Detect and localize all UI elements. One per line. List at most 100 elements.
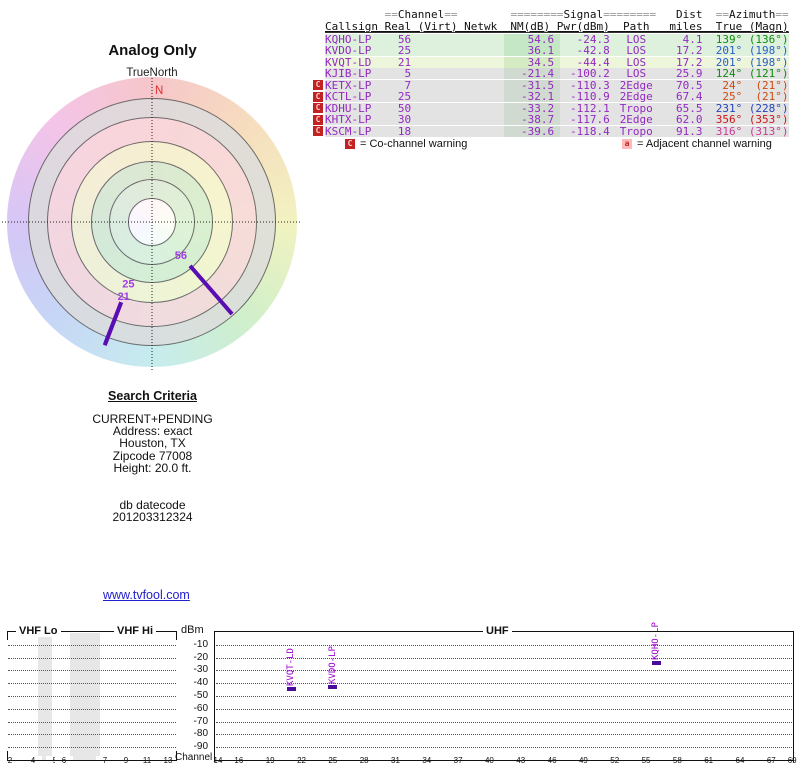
cell-miles: 70.5 [675, 78, 703, 92]
cell-true: 356° [715, 113, 743, 126]
dbm-tick-label: -60 [193, 702, 208, 714]
cell-real: 18 [397, 124, 412, 138]
cell-callsign: KETX-LP [325, 78, 372, 92]
cell-magn: (136°) [748, 32, 789, 46]
vhf-corner-tr [176, 631, 177, 640]
cell-path: 2Edge [619, 90, 653, 103]
dbm-tick-label: -50 [193, 690, 208, 701]
signal-spoke-56 [188, 264, 234, 316]
cell-true: 124° [715, 67, 743, 80]
uhf-axis-line [214, 760, 794, 761]
cell-nm: -38.7 [503, 114, 561, 125]
cell-path: LOS [626, 32, 647, 46]
cell-true: 231° [715, 101, 743, 115]
gridline [8, 708, 176, 710]
co-channel-marker: C [313, 114, 323, 125]
gridline [8, 683, 176, 685]
co-channel-legend-icon: C [345, 139, 355, 149]
cell-pwr: -100.2 [570, 67, 610, 80]
cell-path: LOS [626, 44, 647, 57]
db-datecode-line: 201203312324 [112, 510, 193, 525]
cell-nm: -32.1 [503, 91, 561, 102]
cell-pwr: -112.1 [570, 101, 610, 115]
table-header-row: Callsign Real (Virt) Netwk NM(dB) Pwr(dB… [325, 19, 789, 33]
search-criteria-lines: CURRENT+PENDING Address: exact Houston, TX… [40, 413, 265, 474]
gridline [8, 734, 176, 736]
signal-spoke-21 [102, 301, 124, 346]
cell-miles: 65.5 [675, 101, 703, 115]
dbm-tick-label: -40 [193, 677, 208, 689]
cell-pwr: -42.8 [576, 44, 610, 57]
cell-magn: (21°) [755, 78, 789, 92]
cell-real: 30 [397, 113, 412, 126]
cell-nm: -31.5 [503, 79, 561, 91]
cell-magn: (21°) [755, 90, 789, 103]
cell-pwr: -110.3 [570, 78, 610, 92]
cell-real: 25 [397, 44, 412, 57]
cell-true: 24° [722, 78, 743, 92]
cell-nm: -39.6 [503, 125, 561, 137]
cell-pwr: -24.3 [576, 32, 610, 46]
cell-real: 21 [397, 55, 412, 69]
cell-true: 139° [715, 32, 743, 46]
table-row: KDHU-LP 50 -33.2 -112.1 Tropo 65.5 231° (228°) [325, 101, 789, 115]
cell-miles: 91.3 [675, 124, 703, 138]
cell-miles: 67.4 [675, 90, 703, 103]
cell-magn: (198°) [748, 44, 789, 57]
co-channel-marker: C [313, 126, 323, 136]
tvfool-report-page: Analog Only TrueNorth 56 25 21 N Search Cr… [0, 0, 800, 768]
cell-magn: (353°) [748, 113, 789, 126]
gridline [8, 657, 176, 659]
table-row: KVQT-LD 21 34.5 -44.4 LOS 17.2 201° (198°) [325, 55, 789, 69]
dbm-tick-label: -80 [193, 728, 208, 740]
gridline [8, 721, 176, 723]
cell-real: 5 [404, 67, 412, 80]
cell-nm: -21.4 [503, 68, 561, 79]
cell-callsign: KCTL-LP [325, 90, 372, 103]
table-row: KJIB-LP 5 -21.4 -100.2 LOS 25.9 124° (121°) [325, 68, 789, 79]
vhf-corner-tl [7, 631, 8, 640]
cell-magn: (198°) [748, 55, 789, 69]
db-datecode-lines: db datecode 201203312324 [40, 499, 265, 525]
table-header-band: ==Channel== ========Signal======== Dist … [325, 9, 789, 21]
cell-callsign: KJIB-LP [325, 67, 372, 80]
cell-miles: 17.2 [675, 44, 703, 57]
dbm-tick-label: -20 [193, 651, 208, 663]
polar-chart-title: Analog Only [108, 42, 197, 59]
cell-real: 7 [404, 78, 412, 92]
cell-miles: 4.1 [682, 32, 703, 46]
table-row: KHTX-LP 30 -38.7 -117.6 2Edge 62.0 356° (353°) [325, 114, 789, 125]
search-criteria-line: Houston, TX [119, 436, 186, 451]
co-channel-legend-text: = Co-channel warning [360, 138, 468, 150]
cell-callsign: KQHO-LP [325, 32, 372, 46]
cell-nm: 54.6 [503, 33, 561, 45]
vhf-lo-label: VHF Lo [16, 625, 61, 637]
north-n-marker: N [155, 85, 164, 97]
table-row: KSCM-LP 18 -39.6 -118.4 Tropo 91.3 316° (313°) [325, 124, 789, 138]
table-row: KVDO-LP 25 36.1 -42.8 LOS 17.2 201° (198°) [325, 45, 789, 56]
dbm-tick-label: -10 [193, 638, 208, 650]
cell-real: 25 [397, 90, 412, 103]
cell-true: 316° [715, 124, 743, 138]
spoke-label-56: 56 [175, 250, 187, 262]
cell-path: Tropo [619, 101, 653, 115]
cell-nm: 36.1 [503, 45, 561, 56]
search-criteria-line: Zipcode 77008 [112, 448, 193, 463]
adjacent-channel-legend-text: = Adjacent channel warning [637, 138, 772, 150]
cell-path: Tropo [619, 124, 653, 138]
dbm-axis-label: dBm [181, 624, 204, 636]
cell-miles: 25.9 [675, 67, 703, 80]
uhf-panel-border [214, 631, 794, 762]
table-row: KETX-LP 7 -31.5 -110.3 2Edge 70.5 24° (21°) [325, 78, 789, 92]
cell-pwr: -117.6 [570, 113, 610, 126]
cell-nm: -33.2 [503, 102, 561, 114]
cell-path: LOS [626, 55, 647, 69]
cell-pwr: -44.4 [576, 55, 610, 69]
polar-overlay-svg: 56 2521 [2, 78, 300, 370]
cell-callsign: KDHU-LP [325, 101, 372, 115]
tvfool-link[interactable]: www.tvfool.com [103, 588, 190, 602]
cell-pwr: -110.9 [570, 90, 610, 103]
cell-path: 2Edge [619, 78, 653, 92]
search-criteria-title: Search Criteria [108, 389, 197, 403]
cell-callsign: KHTX-LP [325, 113, 372, 126]
